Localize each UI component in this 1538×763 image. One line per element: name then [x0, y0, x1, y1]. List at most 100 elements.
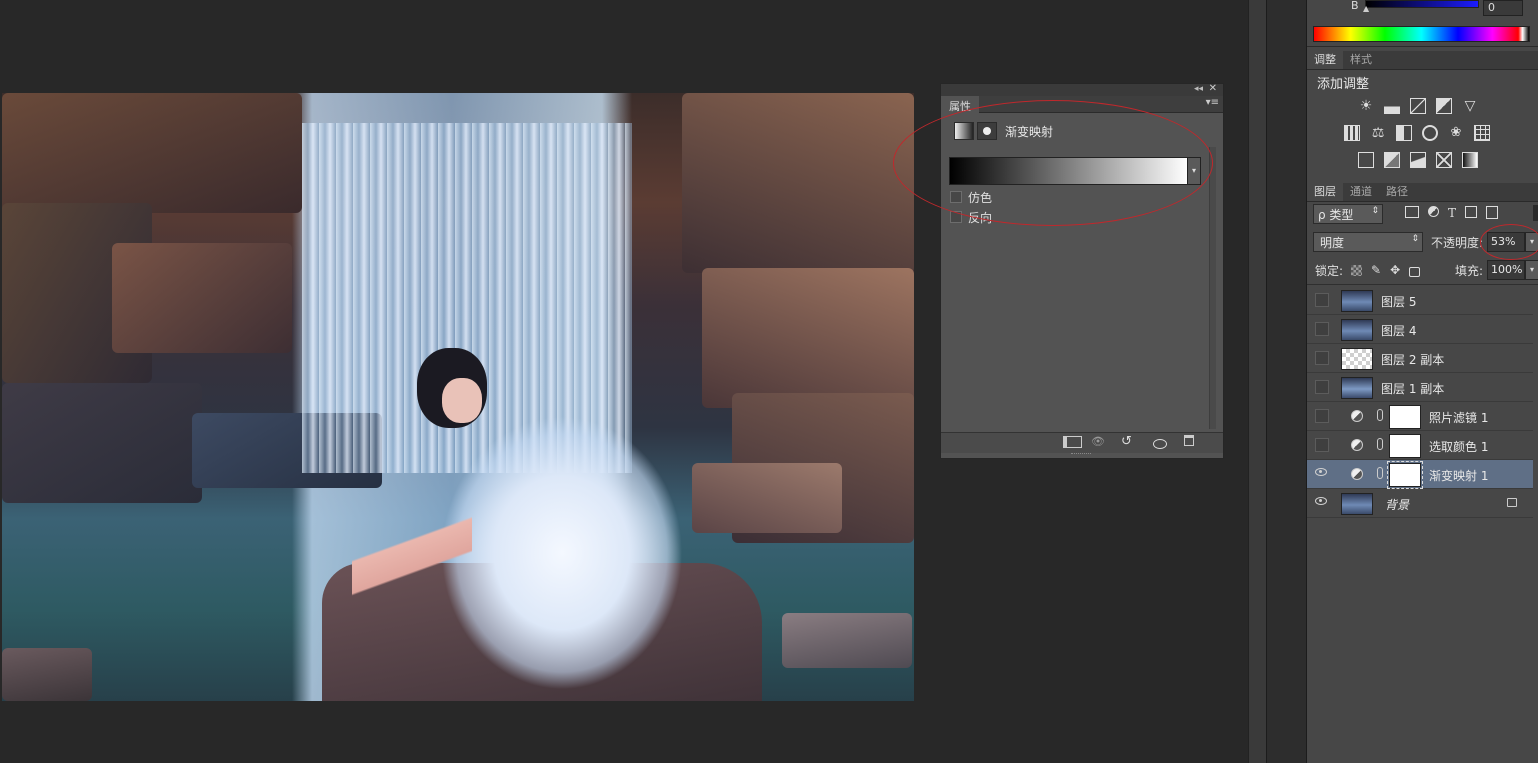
- delete-icon[interactable]: [1184, 435, 1194, 446]
- link-icon[interactable]: [1377, 438, 1383, 450]
- adjustment-layer-icon: [1351, 410, 1363, 422]
- gradient-triangle-icon[interactable]: ▽: [1462, 98, 1478, 114]
- filter-adjustment-icon[interactable]: [1428, 206, 1439, 217]
- figure-dress: [442, 383, 742, 701]
- panel-title-strip[interactable]: ◂◂ ✕: [941, 83, 1223, 96]
- clip-to-layer-icon[interactable]: [1063, 436, 1082, 448]
- tab-channels[interactable]: 通道: [1343, 182, 1379, 201]
- layer-row[interactable]: 选取颜色 1: [1307, 431, 1533, 460]
- collapse-icon[interactable]: ◂◂: [1194, 84, 1203, 94]
- layer-row[interactable]: 图层 4: [1307, 315, 1533, 344]
- filter-smart-object-icon[interactable]: [1486, 206, 1499, 219]
- exposure-icon[interactable]: [1436, 98, 1452, 114]
- filter-shape-icon[interactable]: [1465, 206, 1478, 218]
- adjustment-layer-icon: [1351, 468, 1363, 480]
- rock-shape: [682, 93, 914, 273]
- figure-leg: [352, 493, 472, 673]
- filter-type-icon[interactable]: T: [1448, 206, 1456, 220]
- color-lookup-icon[interactable]: [1474, 125, 1490, 141]
- layer-row[interactable]: 图层 2 副本: [1307, 344, 1533, 373]
- layer-name: 图层 1 副本: [1381, 382, 1445, 396]
- photo-filter-icon[interactable]: [1422, 125, 1438, 141]
- link-icon[interactable]: [1377, 409, 1383, 421]
- right-panel-column: B ▲ 0 调整 样式 添加调整 ☀ ▽ ⚖ ❀ 图层 通道 路径 ρ 类型 ⇕…: [1306, 0, 1538, 763]
- selective-color-icon[interactable]: [1436, 152, 1452, 168]
- filter-toggle[interactable]: [1533, 205, 1538, 221]
- channel-mixer-icon[interactable]: ❀: [1448, 125, 1464, 141]
- layer-row-selected[interactable]: 渐变映射 1: [1307, 460, 1533, 489]
- layer-name: 背景: [1385, 498, 1410, 512]
- tab-paths[interactable]: 路径: [1379, 182, 1415, 201]
- eye-icon[interactable]: [1315, 497, 1327, 505]
- layer-thumbnail: [1341, 348, 1373, 370]
- slider-thumb[interactable]: ▲: [1363, 4, 1369, 13]
- threshold-icon[interactable]: [1410, 152, 1426, 168]
- reset-icon[interactable]: ↺: [1121, 434, 1132, 449]
- annotation-circle-opacity: [1480, 224, 1538, 260]
- layer-thumbnail: [1341, 493, 1373, 515]
- view-previous-icon[interactable]: 👁: [1091, 435, 1105, 448]
- layer-filter-dropdown[interactable]: ρ 类型 ⇕: [1313, 204, 1383, 224]
- annotation-circle-gradient: [893, 100, 1213, 226]
- color-spectrum-bar[interactable]: [1313, 26, 1530, 42]
- lock-transparent-icon[interactable]: [1351, 264, 1362, 276]
- lock-pixels-icon[interactable]: ✎: [1371, 263, 1381, 277]
- fill-input[interactable]: 100%: [1487, 260, 1525, 280]
- layer-name: 图层 2 副本: [1381, 353, 1445, 367]
- layer-row[interactable]: 照片滤镜 1: [1307, 402, 1533, 431]
- layer-row[interactable]: 图层 1 副本: [1307, 373, 1533, 402]
- rock-shape: [2, 93, 302, 213]
- layer-mask-thumbnail[interactable]: [1389, 434, 1421, 458]
- tab-styles[interactable]: 样式: [1343, 50, 1379, 69]
- visibility-toggle[interactable]: [1315, 438, 1329, 452]
- posterize-icon[interactable]: [1384, 152, 1400, 168]
- invert-icon[interactable]: [1358, 152, 1374, 168]
- resize-grip[interactable]: [1071, 453, 1091, 457]
- visibility-toggle[interactable]: [1315, 409, 1329, 423]
- color-balance-icon[interactable]: ⚖: [1370, 125, 1386, 141]
- document-canvas[interactable]: [2, 93, 914, 701]
- visibility-icon[interactable]: [1153, 439, 1167, 449]
- layer-row[interactable]: 背景: [1307, 489, 1533, 518]
- layer-mask-thumbnail[interactable]: [1387, 461, 1423, 489]
- collapsed-panel-dock: [1266, 0, 1307, 763]
- panel-scrollbar[interactable]: [1209, 147, 1216, 429]
- layers-panel: 图层 通道 路径 ρ 类型 ⇕ T 明度 ⇕ 不透明度: 53% ▾ 锁定: ✎…: [1307, 182, 1538, 763]
- channel-b-value[interactable]: 0: [1483, 0, 1523, 16]
- adjustment-layer-icon: [1351, 439, 1363, 451]
- tab-layers[interactable]: 图层: [1307, 182, 1343, 201]
- blend-mode-dropdown[interactable]: 明度 ⇕: [1313, 232, 1423, 252]
- channel-b-slider[interactable]: [1365, 0, 1479, 8]
- layer-mask-thumbnail[interactable]: [1389, 405, 1421, 429]
- layer-name: 渐变映射 1: [1429, 469, 1489, 483]
- layer-row[interactable]: 图层 5: [1307, 286, 1533, 315]
- lock-all-icon[interactable]: [1409, 266, 1421, 277]
- link-icon[interactable]: [1377, 467, 1383, 479]
- layer-thumbnail: [1341, 377, 1373, 399]
- brightness-contrast-icon[interactable]: ☀: [1358, 98, 1374, 114]
- panel-menu-icon[interactable]: ▾≡: [1206, 97, 1219, 108]
- rock-shape: [112, 243, 292, 353]
- visibility-toggle[interactable]: [1315, 380, 1329, 394]
- layer-thumbnail: [1341, 290, 1373, 312]
- gradient-map-icon[interactable]: [1462, 152, 1478, 168]
- close-icon[interactable]: ✕: [1209, 83, 1217, 94]
- lock-position-icon[interactable]: ✥: [1390, 263, 1400, 277]
- filter-pixel-icon[interactable]: [1405, 206, 1419, 218]
- fill-label: 填充:: [1455, 264, 1484, 278]
- adjustments-panel: 调整 样式 添加调整 ☀ ▽ ⚖ ❀: [1307, 50, 1538, 179]
- layer-name: 选取颜色 1: [1429, 440, 1489, 454]
- tab-adjustments[interactable]: 调整: [1307, 50, 1343, 69]
- eye-icon[interactable]: [1315, 468, 1327, 476]
- hue-saturation-icon[interactable]: [1344, 125, 1360, 141]
- canvas-scrollbar[interactable]: [1248, 0, 1267, 763]
- curves-icon[interactable]: [1410, 98, 1426, 114]
- layer-thumbnail: [1341, 319, 1373, 341]
- visibility-toggle[interactable]: [1315, 293, 1329, 307]
- black-white-icon[interactable]: [1396, 125, 1412, 141]
- fill-dropdown-button[interactable]: ▾: [1525, 260, 1538, 280]
- levels-icon[interactable]: [1384, 98, 1400, 114]
- visibility-toggle[interactable]: [1315, 322, 1329, 336]
- visibility-toggle[interactable]: [1315, 351, 1329, 365]
- figure-face: [442, 378, 482, 423]
